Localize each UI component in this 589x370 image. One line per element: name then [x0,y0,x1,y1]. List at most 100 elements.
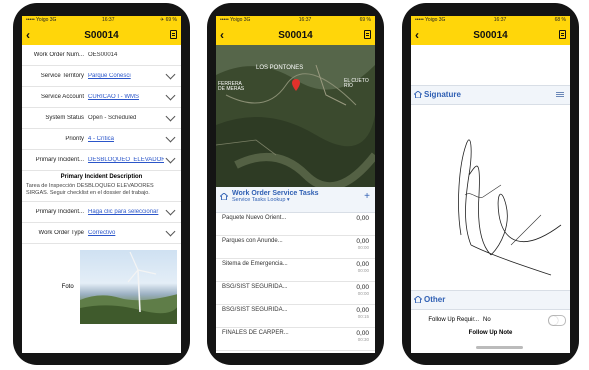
document-icon[interactable] [559,30,566,39]
follow-up-label: Follow Up Requir... [428,317,479,323]
chevron-down-icon[interactable] [165,90,176,101]
battery-label: 68 % [554,17,566,23]
page-title: S00014 [473,29,508,41]
task-row[interactable]: Parques con Anunde... 0,00 00:00 [216,236,375,259]
screen-work-order-details: ••••• Yoigo 3G 16:37 ✈ 69 % ‹ S00014 Wor… [22,16,181,353]
battery-label: 69 % [359,17,371,23]
chevron-down-icon[interactable] [165,132,176,143]
chevron-down-icon[interactable] [165,111,176,122]
description-block: Primary Incident Description Tarea de In… [22,171,181,202]
task-row[interactable]: BSG/SIST SEGURIDA... 0,00 00:00 [216,282,375,305]
service-tasks-lookup[interactable]: Service Tasks Lookup ▾ [232,197,371,203]
field-value[interactable]: Correctivo [88,230,164,236]
task-name: BSG/SIST SEGURIDA... [222,307,288,313]
field-value[interactable]: Haga clic para seleccionar [88,209,164,215]
field-row[interactable]: Service Territory Parque Conesci [22,66,181,87]
task-row[interactable]: FINALES DE CARPER... 0,00 00:30 [216,328,375,351]
field-label: Service Territory [40,73,84,79]
task-name: Paquete Nuevo Orient... [222,215,287,221]
description-text: Tarea de Inspección DESBLOQUEO ELEVADORE… [26,183,154,196]
field-row[interactable]: Primary Incident... Haga clic para selecc… [22,202,181,223]
page-title: S00014 [278,29,313,41]
nav-bar: ‹ S00014 [22,25,181,45]
map-label-los-pontones: LOS PONTONES [256,65,304,71]
field-label: Work Order Num... [33,52,84,58]
task-row[interactable]: Paquete Nuevo Orient... 0,00 [216,213,375,236]
map-label-ferrera: FERRERA DE MERAS [218,81,245,92]
field-row[interactable]: System Status Open - Scheduled [22,108,181,129]
home-icon [220,193,228,200]
chevron-left-icon[interactable]: ‹ [26,28,30,42]
chevron-down-icon[interactable] [165,69,176,80]
follow-up-value: No [483,317,491,323]
follow-up-note-label[interactable]: Follow Up Note [411,330,570,336]
task-name: Parques con Anunde... [222,238,283,244]
time-label: 16:37 [493,17,507,23]
task-name: Sitema de Emergencia... [222,261,288,267]
chevron-left-icon[interactable]: ‹ [220,28,224,42]
signature-pad[interactable] [411,105,570,290]
chevron-down-icon[interactable] [165,226,176,237]
task-value: 0,00 [356,330,369,337]
document-icon[interactable] [170,30,177,39]
task-values: 0,00 00:00 [356,261,369,273]
field-value[interactable]: DESBLOQUEO_ELEVADORES S... [88,157,164,163]
field-value[interactable]: CURICAO I - WMS [88,94,164,100]
home-icon [414,296,422,303]
field-label: Primary Incident... [35,209,84,215]
time-label: 16:37 [298,17,312,23]
field-value[interactable]: Parque Conesci [88,73,164,79]
satellite-map[interactable]: LOS PONTONES FERRERA DE MERAS EL CUETO R… [216,45,375,187]
chevron-down-icon[interactable] [165,205,176,216]
field-value[interactable]: 4 - Crítica [88,136,164,142]
home-indicator[interactable] [476,346,523,349]
map-pin-icon[interactable] [292,79,300,91]
chevron-down-icon[interactable] [165,153,176,164]
task-value: 0,00 [356,215,369,222]
carrier-label: ••••• Yoigo 3G [415,17,446,23]
task-row[interactable]: BSG/SIST SEGURIDA... 0,00 00:15 [216,305,375,328]
task-duration: 00:00 [357,245,369,250]
task-values: 0,00 [356,215,369,222]
field-row[interactable]: Priority 4 - Crítica [22,129,181,150]
task-value: 0,00 [356,307,369,314]
signature-body: Signature Other Follow Up Requir... No F… [411,45,570,353]
add-task-icon[interactable]: + [364,191,370,202]
task-duration: 00:00 [357,268,369,273]
screen-service-tasks: ••••• Yoigo 3G 16:37 69 % ‹ S00014 LOS P… [216,16,375,353]
other-header: Other [411,290,570,310]
phone-frame-3: ••••• Yoigo 3G 16:37 68 % ‹ S00014 Signa… [402,3,579,365]
task-value: 0,00 [356,238,369,245]
blank-area [411,45,570,85]
field-label: Service Account [40,94,84,100]
form-body: Work Order Num... OES00014 Service Territo… [22,45,181,353]
field-value: Open - Scheduled [88,115,137,121]
chevron-left-icon[interactable]: ‹ [415,28,419,42]
task-duration: 00:00 [357,291,369,296]
status-bar: ••••• Yoigo 3G 16:37 ✈ 69 % [22,16,181,25]
other-title: Other [424,295,446,304]
nav-bar: ‹ S00014 [411,25,570,45]
tasks-body: LOS PONTONES FERRERA DE MERAS EL CUETO R… [216,45,375,353]
field-label: System Status [45,115,84,121]
task-duration: 00:30 [357,337,369,342]
photo-label: Foto [61,284,74,290]
task-values: 0,00 00:30 [356,330,369,342]
field-row[interactable]: Primary Incident... DESBLOQUEO_ELEVADORES… [22,150,181,171]
task-values: 0,00 00:00 [356,238,369,250]
photo-row: Foto [22,244,181,330]
task-row[interactable]: Sitema de Emergencia... 0,00 00:00 [216,259,375,282]
field-value: OES00014 [88,52,118,58]
task-value: 0,00 [356,284,369,291]
document-icon[interactable] [364,30,371,39]
menu-icon[interactable] [556,92,564,93]
wind-turbine-photo[interactable] [79,250,177,324]
follow-up-toggle[interactable] [548,314,566,326]
service-tasks-title: Work Order Service Tasks [232,190,319,197]
field-row[interactable]: Work Order Num... OES00014 [22,45,181,66]
carrier-label: ••••• Yoigo 3G [26,17,57,23]
task-duration: 00:15 [357,314,369,319]
field-row[interactable]: Service Account CURICAO I - WMS [22,87,181,108]
status-bar: ••••• Yoigo 3G 16:37 69 % [216,16,375,25]
field-row[interactable]: Work Order Type Correctivo [22,223,181,244]
